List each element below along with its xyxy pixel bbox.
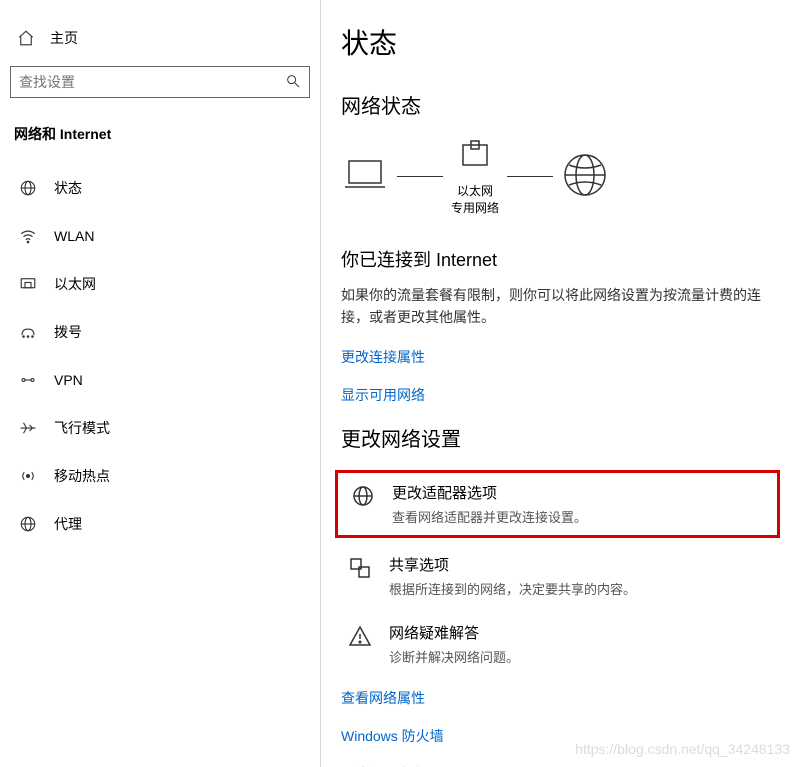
option-change-adapter[interactable]: 更改适配器选项 查看网络适配器并更改连接设置。 [335,470,780,538]
proxy-icon [18,514,38,534]
option-desc: 诊断并解决网络问题。 [389,647,519,666]
search-input[interactable] [19,74,285,90]
main-content: 状态 网络状态 以太网 专用网络 你已连接到 Internet 如果你的流量套餐… [321,0,800,767]
sidebar-item-label: 状态 [54,178,82,198]
option-sharing[interactable]: 共享选项 根据所连接到的网络，决定要共享的内容。 [341,542,780,610]
link-firewall[interactable]: Windows 防火墙 [341,726,780,746]
diagram-eth-label: 以太网 [451,182,499,199]
option-troubleshoot[interactable]: 网络疑难解答 诊断并解决网络问题。 [341,610,780,678]
connected-heading: 你已连接到 Internet [341,246,780,272]
wifi-icon [18,226,38,246]
diagram-line [397,176,443,177]
home-icon [16,28,36,48]
sidebar-item-label: 拨号 [54,322,82,342]
adapter-icon [350,482,376,526]
hotspot-icon [18,466,38,486]
sidebar-item-proxy[interactable]: 代理 [10,500,310,548]
sidebar-item-label: VPN [54,372,83,388]
change-settings-title: 更改网络设置 [341,423,780,452]
sidebar-item-label: 以太网 [54,274,96,294]
dialup-icon [18,322,38,342]
laptop-icon [341,155,389,198]
sidebar-item-vpn[interactable]: VPN [10,356,310,404]
option-title: 网络疑难解答 [389,622,519,643]
option-title: 共享选项 [389,554,636,575]
sidebar-item-wlan[interactable]: WLAN [10,212,310,260]
search-icon [285,73,301,92]
sidebar-item-label: 移动热点 [54,466,110,486]
sidebar: 主页 网络和 Internet 状态 WLAN 以太网 [0,0,321,767]
network-diagram: 以太网 专用网络 [341,137,780,216]
router-icon: 以太网 专用网络 [451,137,499,216]
airplane-icon [18,418,38,438]
sidebar-item-hotspot[interactable]: 移动热点 [10,452,310,500]
diagram-eth-sub: 专用网络 [451,199,499,216]
sidebar-item-label: WLAN [54,228,94,244]
ethernet-icon [18,274,38,294]
sidebar-item-airplane[interactable]: 飞行模式 [10,404,310,452]
sidebar-item-label: 代理 [54,514,82,534]
sidebar-item-label: 飞行模式 [54,418,110,438]
sidebar-item-status[interactable]: 状态 [10,164,310,212]
globe-icon [18,178,38,198]
warning-icon [347,622,373,666]
link-show-networks[interactable]: 显示可用网络 [341,385,780,405]
search-box[interactable] [10,66,310,98]
link-view-properties[interactable]: 查看网络属性 [341,688,780,708]
network-status-title: 网络状态 [341,90,780,119]
vpn-icon [18,370,38,390]
link-change-properties[interactable]: 更改连接属性 [341,347,780,367]
connected-desc: 如果你的流量套餐有限制，则你可以将此网络设置为按流量计费的连接，或者更改其他属性… [341,284,761,329]
option-desc: 查看网络适配器并更改连接设置。 [392,507,587,526]
page-title: 状态 [341,22,780,62]
nav-home[interactable]: 主页 [10,20,310,66]
sharing-icon [347,554,373,598]
nav-home-label: 主页 [50,28,78,48]
diagram-line [507,176,553,177]
option-desc: 根据所连接到的网络，决定要共享的内容。 [389,579,636,598]
globe-large-icon [561,151,609,202]
sidebar-item-dialup[interactable]: 拨号 [10,308,310,356]
option-title: 更改适配器选项 [392,482,587,503]
sidebar-category: 网络和 Internet [10,120,310,164]
sidebar-item-ethernet[interactable]: 以太网 [10,260,310,308]
